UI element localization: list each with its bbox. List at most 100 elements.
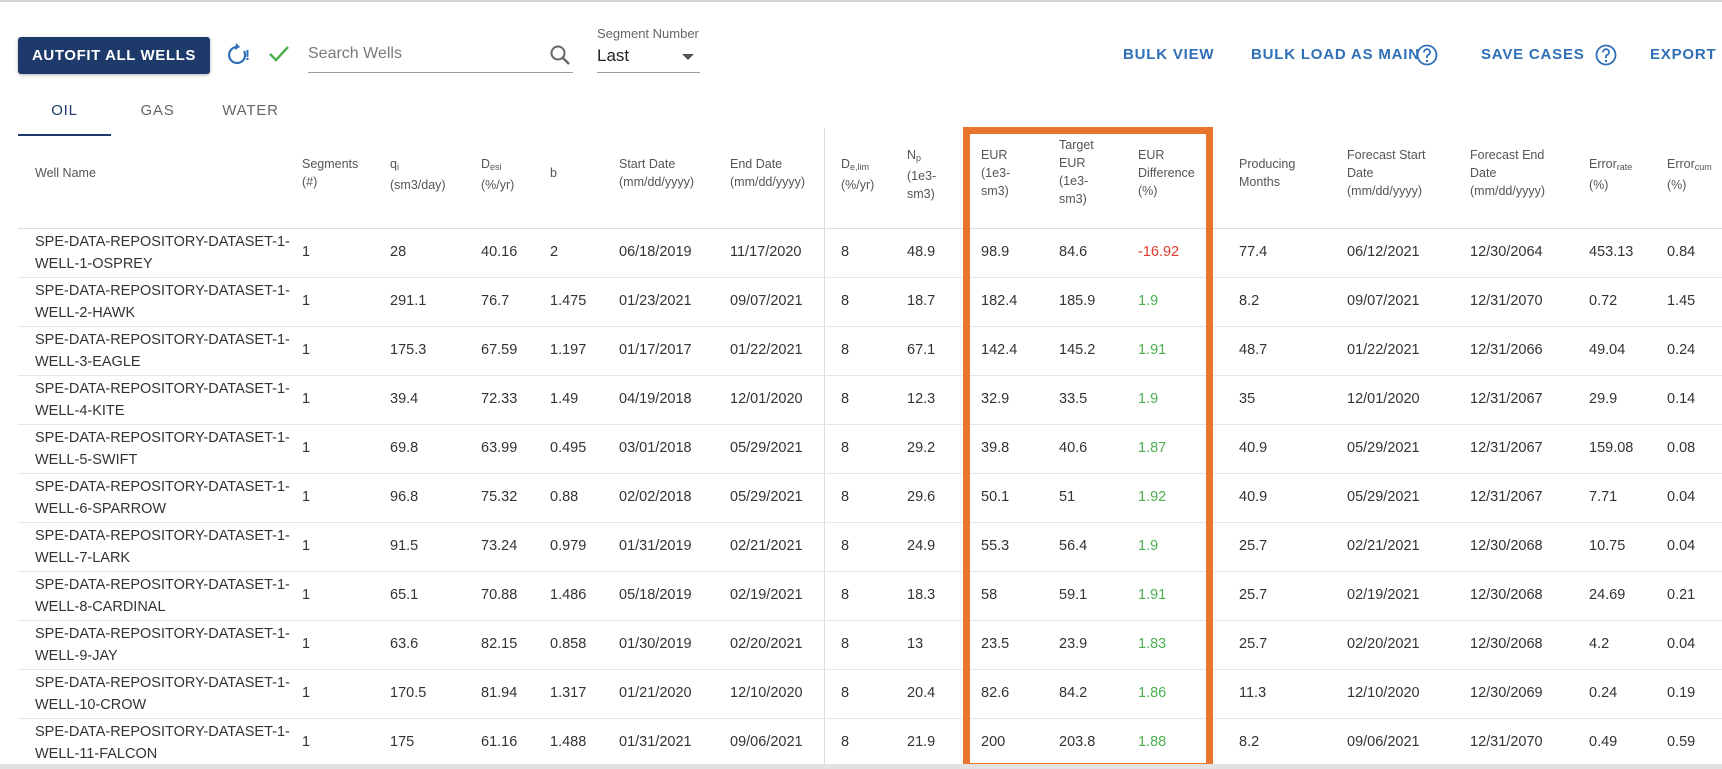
autofit-all-wells-button[interactable]: AUTOFIT ALL WELLS [18,37,210,74]
target-eur-cell: 84.2 [1059,685,1088,701]
forecast-start-cell: 05/29/2021 [1347,440,1420,456]
bulk-load-as-main-button[interactable]: BULK LOAD AS MAIN [1251,46,1420,63]
np-cell: 24.9 [907,538,936,554]
header-forecast-end-date[interactable]: Forecast End Date (mm/dd/yyyy) [1470,146,1545,200]
save-cases-button[interactable]: SAVE CASES [1481,46,1585,63]
table-row[interactable]: SPE-DATA-REPOSITORY-DATASET-1- WELL-5-SWI… [18,425,1722,474]
help-icon[interactable] [1595,44,1617,66]
table-row[interactable]: SPE-DATA-REPOSITORY-DATASET-1- WELL-11-FA… [18,719,1722,768]
search-input[interactable] [308,36,538,71]
table-row[interactable]: SPE-DATA-REPOSITORY-DATASET-1- WELL-6-SPA… [18,474,1722,523]
export-button[interactable]: EXPORT [1650,46,1716,63]
forecast-end-cell: 12/31/2070 [1470,293,1543,309]
b-cell: 1.317 [550,685,587,701]
header-start-date[interactable]: Start Date (mm/dd/yyyy) [619,155,694,191]
well-name-cell[interactable]: SPE-DATA-REPOSITORY-DATASET-1- WELL-11-FA… [35,721,290,765]
end-date-cell: 01/22/2021 [730,342,803,358]
well-name-cell[interactable]: SPE-DATA-REPOSITORY-DATASET-1- WELL-3-EAG… [35,329,290,373]
eur-cell: 23.5 [981,636,1010,652]
delim-cell: 8 [841,636,850,652]
np-cell: 13 [907,636,924,652]
well-name-cell[interactable]: SPE-DATA-REPOSITORY-DATASET-1- WELL-10-CR… [35,672,290,716]
error-rate-cell: 0.24 [1589,685,1618,701]
bulk-view-button[interactable]: BULK VIEW [1123,46,1214,63]
delim-cell: 8 [841,734,850,750]
segment-number-select[interactable]: Last [597,44,700,73]
eur-difference-cell: 1.9 [1138,293,1159,309]
header-segments[interactable]: Segments (#) [302,155,358,191]
start-date-cell: 02/02/2018 [619,489,692,505]
table-row[interactable]: SPE-DATA-REPOSITORY-DATASET-1- WELL-4-KIT… [18,376,1722,425]
table-row[interactable]: SPE-DATA-REPOSITORY-DATASET-1- WELL-7-LAR… [18,523,1722,572]
header-np[interactable]: Np (1e3- sm3) [907,146,936,203]
forecast-start-cell: 09/06/2021 [1347,734,1420,750]
header-error-rate[interactable]: Errorrate (%) [1589,155,1632,194]
error-rate-cell: 49.04 [1589,342,1626,358]
chevron-down-icon [682,54,694,60]
well-name-cell[interactable]: SPE-DATA-REPOSITORY-DATASET-1- WELL-6-SPA… [35,476,290,520]
table-row[interactable]: SPE-DATA-REPOSITORY-DATASET-1- WELL-9-JAY… [18,621,1722,670]
help-icon[interactable] [1416,44,1438,66]
eur-cell: 98.9 [981,244,1010,260]
eur-cell: 32.9 [981,391,1010,407]
qi-cell: 175 [390,734,415,750]
forecast-end-cell: 12/30/2068 [1470,587,1543,603]
np-cell: 29.6 [907,489,936,505]
target-eur-cell: 185.9 [1059,293,1096,309]
header-well-name[interactable]: Well Name [35,164,96,182]
header-eur[interactable]: EUR (1e3- sm3) [981,146,1010,200]
delim-cell: 8 [841,342,850,358]
error-cum-cell: 0.08 [1667,440,1696,456]
eur-cell: 58 [981,587,998,603]
qi-cell: 170.5 [390,685,427,701]
qi-cell: 291.1 [390,293,427,309]
well-name-cell[interactable]: SPE-DATA-REPOSITORY-DATASET-1- WELL-4-KIT… [35,378,290,422]
desi-cell: 81.94 [481,685,518,701]
header-eur-difference[interactable]: EUR Difference (%) [1138,146,1195,200]
table-row[interactable]: SPE-DATA-REPOSITORY-DATASET-1- WELL-1-OSP… [18,229,1722,278]
well-name-cell[interactable]: SPE-DATA-REPOSITORY-DATASET-1- WELL-9-JAY [35,623,290,667]
delim-cell: 8 [841,293,850,309]
well-name-cell[interactable]: SPE-DATA-REPOSITORY-DATASET-1- WELL-2-HAW… [35,280,290,324]
well-name-cell[interactable]: SPE-DATA-REPOSITORY-DATASET-1- WELL-8-CAR… [35,574,290,618]
producing-months-cell: 8.2 [1239,293,1260,309]
forecast-end-cell: 12/30/2064 [1470,244,1543,260]
search-icon[interactable] [549,44,571,66]
well-name-cell[interactable]: SPE-DATA-REPOSITORY-DATASET-1- WELL-1-OSP… [35,231,290,275]
well-name-cell[interactable]: SPE-DATA-REPOSITORY-DATASET-1- WELL-7-LAR… [35,525,290,569]
error-rate-cell: 10.75 [1589,538,1626,554]
start-date-cell: 01/31/2021 [619,734,692,750]
header-qi[interactable]: qi (sm3/day) [390,155,446,194]
header-desi[interactable]: Desi (%/yr) [481,155,514,194]
b-cell: 1.486 [550,587,587,603]
target-eur-cell: 145.2 [1059,342,1096,358]
qi-cell: 39.4 [390,391,419,407]
header-producing-months[interactable]: Producing Months [1239,155,1295,191]
qi-cell: 65.1 [390,587,419,603]
segments-cell: 1 [302,587,311,603]
qi-cell: 96.8 [390,489,419,505]
table-row[interactable]: SPE-DATA-REPOSITORY-DATASET-1- WELL-2-HAW… [18,278,1722,327]
table-row[interactable]: SPE-DATA-REPOSITORY-DATASET-1- WELL-3-EAG… [18,327,1722,376]
header-b[interactable]: b [550,164,557,182]
target-eur-cell: 51 [1059,489,1076,505]
np-cell: 67.1 [907,342,936,358]
np-cell: 48.9 [907,244,936,260]
start-date-cell: 03/01/2018 [619,440,692,456]
eur-difference-cell: 1.9 [1138,391,1159,407]
table-row[interactable]: SPE-DATA-REPOSITORY-DATASET-1- WELL-10-CR… [18,670,1722,719]
table-row[interactable]: SPE-DATA-REPOSITORY-DATASET-1- WELL-8-CAR… [18,572,1722,621]
refresh-icon[interactable]: ! [227,43,253,67]
start-date-cell: 01/17/2017 [619,342,692,358]
well-name-cell[interactable]: SPE-DATA-REPOSITORY-DATASET-1- WELL-5-SWI… [35,427,290,471]
error-cum-cell: 0.19 [1667,685,1696,701]
target-eur-cell: 59.1 [1059,587,1088,603]
header-forecast-start-date[interactable]: Forecast Start Date (mm/dd/yyyy) [1347,146,1426,200]
header-error-cum[interactable]: Errorcum (%) [1667,155,1712,194]
forecast-end-cell: 12/31/2067 [1470,440,1543,456]
header-delim[interactable]: De,lim (%/yr) [841,155,874,194]
header-target-eur[interactable]: Target EUR (1e3- sm3) [1059,136,1094,208]
header-end-date[interactable]: End Date (mm/dd/yyyy) [730,155,805,191]
check-icon[interactable] [268,44,290,64]
target-eur-cell: 56.4 [1059,538,1088,554]
